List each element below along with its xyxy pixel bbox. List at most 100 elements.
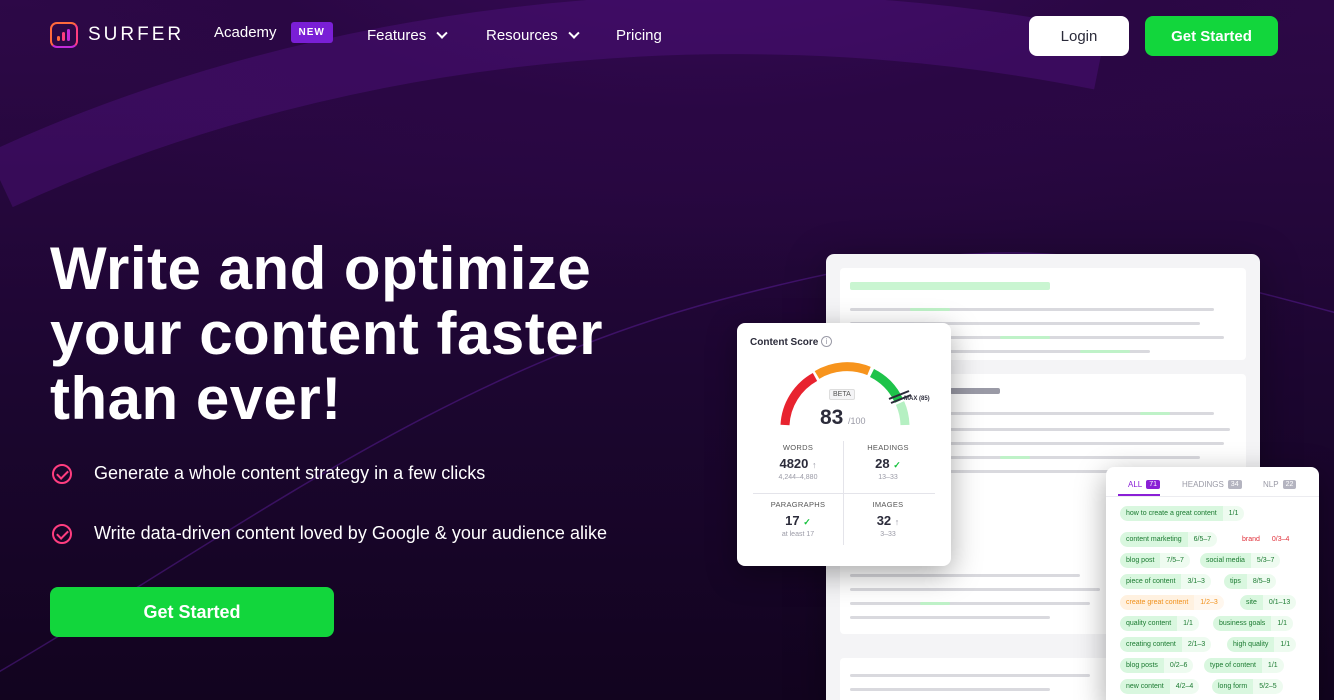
nav-resources-label: Resources (486, 27, 558, 44)
metric-images: IMAGES 32 ↑ 3–33 (843, 500, 933, 538)
info-icon[interactable]: i (821, 336, 832, 347)
keyword-chip[interactable]: creating content 2/1–3 (1120, 637, 1212, 652)
nav-academy[interactable]: Academy NEW (214, 22, 333, 43)
metric-paragraphs: PARAGRAPHS 17 ✓ at least 17 (753, 500, 843, 538)
nav-resources[interactable]: Resources (486, 27, 580, 44)
chip-count: 0/1–13 (1262, 595, 1297, 610)
keyword-chip[interactable]: blog posts 0/2–6 (1120, 658, 1194, 673)
chip-term: tips (1224, 574, 1247, 589)
chip-count: 8/5–9 (1246, 574, 1277, 589)
check-circle-icon (52, 463, 72, 484)
chip-count: 4/2–4 (1169, 679, 1200, 694)
surfer-logo-icon (50, 22, 78, 48)
keyword-chip[interactable]: blog post 7/5–7 (1120, 553, 1190, 568)
nav-get-started-button[interactable]: Get Started (1145, 16, 1278, 56)
keyword-chip[interactable]: brand 0/3–4 (1236, 532, 1296, 547)
chip-count: 1/1 (1261, 658, 1284, 673)
keyword-chip[interactable]: social media 5/3–7 (1200, 553, 1281, 568)
tab-all[interactable]: ALL 71 (1128, 480, 1161, 489)
beta-badge: BETA (829, 389, 855, 400)
chip-term: blog posts (1120, 658, 1164, 673)
chip-count: 6/5–7 (1187, 532, 1218, 547)
metric-words: WORDS 4820 ↑ 4,244–4,880 (753, 443, 843, 481)
keyword-chip[interactable]: content marketing 6/5–7 (1120, 532, 1218, 547)
keyword-chip[interactable]: type of content 1/1 (1204, 658, 1284, 673)
chip-term: how to create a great content (1120, 506, 1223, 521)
chip-term: content marketing (1120, 532, 1188, 547)
chip-term: type of content (1204, 658, 1262, 673)
keyword-chip[interactable]: site 0/1–13 (1240, 595, 1297, 610)
chip-count: 0/2–6 (1163, 658, 1194, 673)
nav-pricing-label: Pricing (616, 27, 662, 44)
content-score-card: Content Score i BETA 83 /100 MAX (85) WO… (737, 323, 951, 566)
metric-headings: HEADINGS 28 ✓ 13–33 (843, 443, 933, 481)
login-button[interactable]: Login (1029, 16, 1129, 56)
hero-title: Write and optimize your content faster t… (50, 236, 690, 431)
chip-count: 2/1–3 (1181, 637, 1212, 652)
chip-term: new content (1120, 679, 1170, 694)
nav-features-label: Features (367, 27, 427, 44)
keyword-chip[interactable]: high quality 1/1 (1227, 637, 1297, 652)
metric-value: 17 (785, 513, 800, 528)
tab-label: HEADINGS (1182, 480, 1224, 489)
metric-value: 28 (875, 456, 890, 471)
tab-headings[interactable]: HEADINGS 34 (1182, 480, 1242, 489)
chip-count: 0/3–4 (1265, 532, 1296, 547)
chip-term: create great content (1120, 595, 1195, 610)
tab-count: 22 (1282, 480, 1297, 489)
content-score-value: 83 (820, 406, 844, 429)
metric-value: 32 (876, 513, 892, 528)
arrow-up-icon: ↑ (812, 460, 817, 470)
chip-count: 1/1 (1274, 637, 1297, 652)
chevron-down-icon (568, 27, 580, 39)
chip-count: 1/1 (1222, 506, 1245, 521)
chip-term: site (1240, 595, 1263, 610)
chip-count: 1/1 (1271, 616, 1294, 631)
chip-term: business goals (1213, 616, 1272, 631)
chevron-down-icon (436, 27, 448, 39)
tabs-divider (1106, 496, 1319, 497)
metric-range: 3–33 (880, 531, 896, 538)
chip-term: high quality (1227, 637, 1275, 652)
chip-term: blog post (1120, 553, 1161, 568)
feature-bullet-text: Write data-driven content loved by Googl… (94, 523, 607, 543)
top-navigation: SURFER Academy NEW Features Resources Pr… (0, 0, 1334, 72)
nav-academy-label: Academy (214, 24, 277, 41)
surfer-logo[interactable]: SURFER (50, 22, 184, 48)
metric-range: 4,244–4,880 (778, 474, 818, 481)
keyword-chip[interactable]: tips 8/5–9 (1224, 574, 1277, 589)
keyword-chip[interactable]: quality content 1/1 (1120, 616, 1199, 631)
check-icon: ✓ (893, 460, 901, 470)
keyword-chip[interactable]: create great content 1/2–3 (1120, 595, 1224, 610)
tab-nlp[interactable]: NLP 22 (1263, 480, 1297, 489)
keyword-chip[interactable]: business goals 1/1 (1213, 616, 1294, 631)
check-circle-icon (52, 523, 72, 544)
active-tab-indicator (1118, 494, 1160, 496)
tab-label: ALL (1128, 480, 1143, 489)
tab-label: NLP (1263, 480, 1279, 489)
metric-value: 4820 (779, 456, 809, 471)
chip-count: 1/2–3 (1194, 595, 1224, 610)
metric-range: at least 17 (781, 531, 815, 538)
metric-label: IMAGES (872, 500, 904, 509)
chip-count: 7/5–7 (1160, 553, 1190, 568)
chip-term: long form (1212, 679, 1254, 694)
chip-term: piece of content (1120, 574, 1182, 589)
keyword-chip[interactable]: piece of content 3/1–3 (1120, 574, 1211, 589)
keyword-chip[interactable]: how to create a great content 1/1 (1120, 506, 1245, 521)
hero-get-started-button[interactable]: Get Started (50, 587, 334, 637)
arrow-up-icon: ↑ (894, 517, 900, 527)
keyword-chip[interactable]: long form 5/2–5 (1212, 679, 1283, 694)
metric-divider (753, 493, 935, 494)
metric-label: HEADINGS (867, 443, 909, 452)
check-icon: ✓ (803, 517, 811, 527)
keyword-chip[interactable]: new content 4/2–4 (1120, 679, 1200, 694)
chip-term: brand (1236, 532, 1266, 547)
metric-range: 13–33 (878, 474, 898, 481)
hero-title-line: than ever! (50, 365, 342, 432)
nav-pricing[interactable]: Pricing (616, 27, 662, 44)
chip-term: social media (1200, 553, 1251, 568)
hero-title-line: your content faster (50, 300, 603, 367)
nav-features[interactable]: Features (367, 27, 448, 44)
keyword-terms-card: ALL 71 HEADINGS 34 NLP 22 how to create … (1106, 467, 1319, 700)
